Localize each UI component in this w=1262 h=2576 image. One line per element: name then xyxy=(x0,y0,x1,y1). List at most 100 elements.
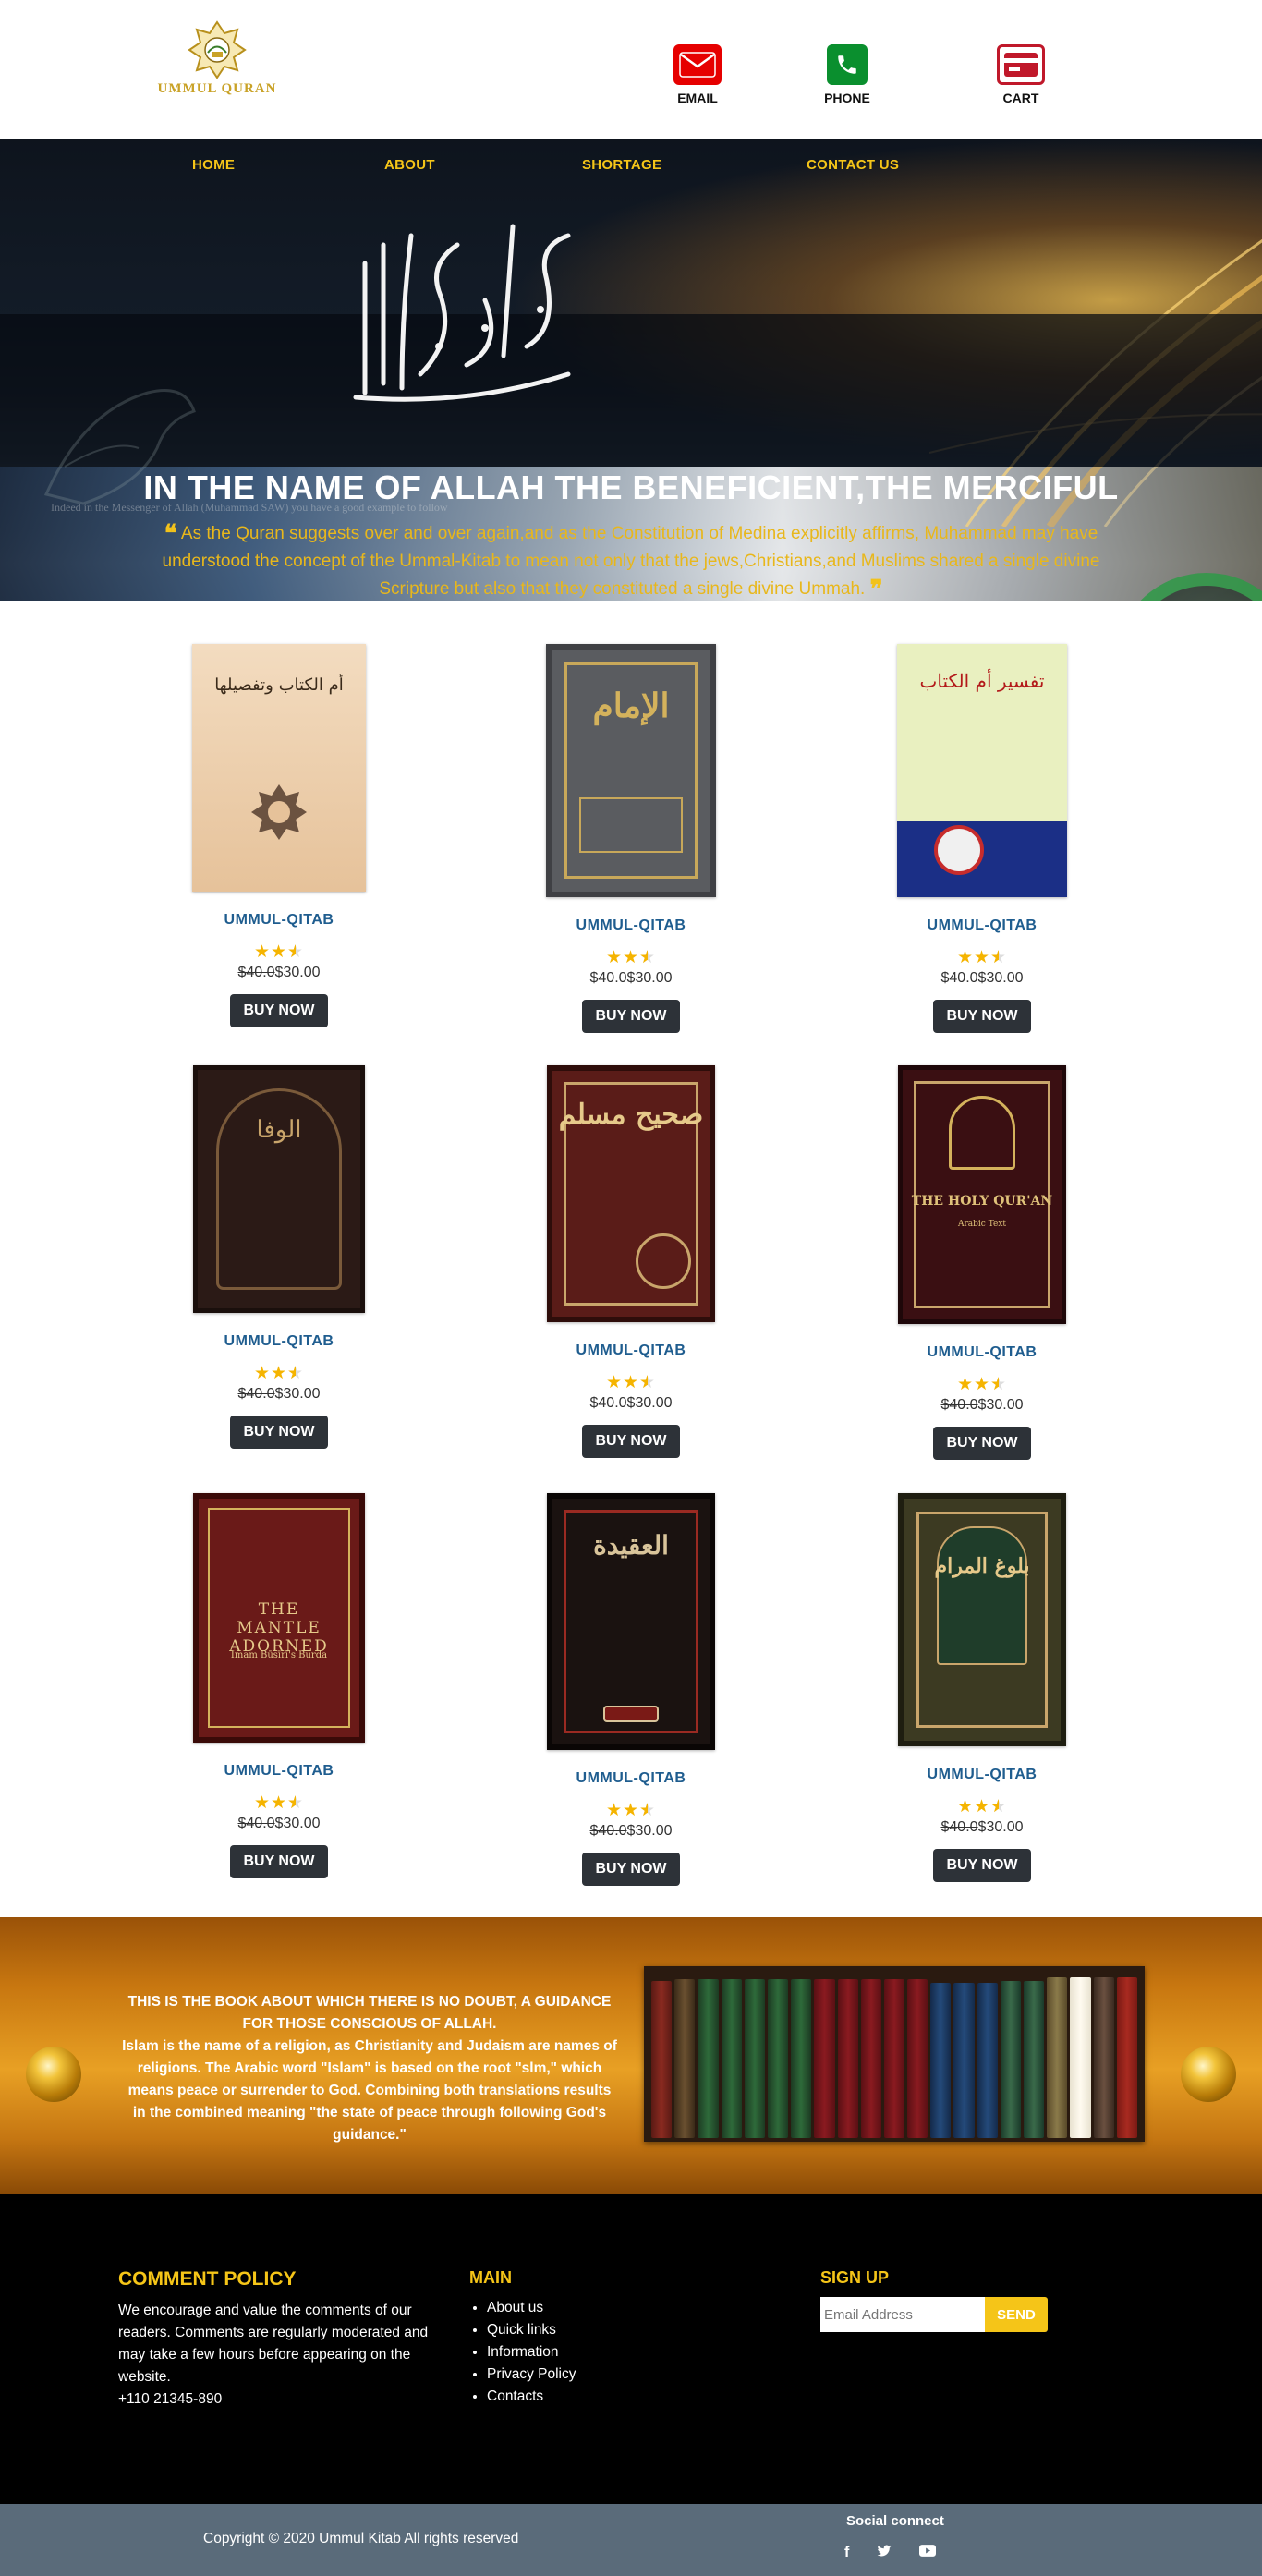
old-price: $40.0 xyxy=(237,1816,275,1831)
buy-now-button[interactable]: BUY NOW xyxy=(933,1849,1031,1882)
footer-link-quick-links[interactable]: Quick links xyxy=(487,2319,576,2341)
product-title[interactable]: UMMUL-QITAB xyxy=(807,1767,1158,1783)
old-price: $40.0 xyxy=(237,1386,275,1402)
product-card: صحيح مسلم UMMUL-QITAB ★★★★ $40.0$30.00 B… xyxy=(455,1065,807,1458)
old-price: $40.0 xyxy=(589,970,627,986)
main-links-title: MAIN xyxy=(469,2268,512,2287)
arabic-calligraphy-icon xyxy=(353,224,571,402)
close-quote-icon: ❞ xyxy=(869,576,883,601)
banner-heading: THIS IS THE BOOK ABOUT WHICH THERE IS NO… xyxy=(127,1994,612,2032)
footer-link-about-us[interactable]: About us xyxy=(487,2297,576,2319)
book-cover-image[interactable]: الوفا xyxy=(193,1065,365,1313)
email-link[interactable]: EMAIL xyxy=(656,44,739,105)
hero-quote: ❝ As the Quran suggests over and over ag… xyxy=(125,520,1137,601)
product-card: بلوغ المرام UMMUL-QITAB ★★★★ $40.0$30.00… xyxy=(807,1493,1158,1882)
product-card: الإمام UMMUL-QITAB ★★★★ $40.0$30.00 BUY … xyxy=(455,644,807,1033)
hero-section: HOME ABOUT SHORTAGE CONTACT US Indeed in… xyxy=(0,139,1262,601)
product-title[interactable]: UMMUL-QITAB xyxy=(455,1770,807,1787)
product-title[interactable]: UMMUL-QITAB xyxy=(103,912,455,929)
buy-now-button[interactable]: BUY NOW xyxy=(582,1425,680,1458)
product-card: تفسير أم الكتاب UMMUL-QITAB ★★★★ $40.0$3… xyxy=(807,644,1158,1033)
price: $40.0$30.00 xyxy=(103,1386,455,1403)
price: $40.0$30.00 xyxy=(455,1395,807,1412)
old-price: $40.0 xyxy=(589,1395,627,1411)
signup-section: SIGN UP SEND xyxy=(820,2268,1048,2332)
old-price: $40.0 xyxy=(940,1819,978,1835)
buy-now-button[interactable]: BUY NOW xyxy=(230,1845,328,1878)
current-price: $30.00 xyxy=(626,970,673,986)
banner-body: Islam is the name of a religion, as Chri… xyxy=(122,2038,617,2143)
product-title[interactable]: UMMUL-QITAB xyxy=(807,917,1158,934)
buy-now-button[interactable]: BUY NOW xyxy=(582,1853,680,1886)
book-cover-image[interactable]: بلوغ المرام xyxy=(898,1493,1066,1746)
current-price: $30.00 xyxy=(274,1816,321,1831)
product-title[interactable]: UMMUL-QITAB xyxy=(103,1763,455,1780)
nav-about[interactable]: ABOUT xyxy=(384,157,435,173)
site-footer: COMMENT POLICY We encourage and value th… xyxy=(0,2194,1262,2504)
price: $40.0$30.00 xyxy=(455,1823,807,1840)
book-cover-image[interactable]: THE MANTLE ADORNED Imam Būṣīrī's Burda xyxy=(193,1493,365,1743)
buy-now-button[interactable]: BUY NOW xyxy=(933,1000,1031,1033)
old-price: $40.0 xyxy=(237,965,275,980)
footer-link-privacy-policy[interactable]: Privacy Policy xyxy=(487,2363,576,2386)
rating-stars-icon: ★★★★ xyxy=(956,948,1008,967)
logo-emblem-icon xyxy=(188,20,247,79)
old-price: $40.0 xyxy=(940,1397,978,1413)
buy-now-button[interactable]: BUY NOW xyxy=(230,1416,328,1449)
book-cover-image[interactable]: العقيدة xyxy=(547,1493,715,1750)
buy-now-button[interactable]: BUY NOW xyxy=(230,994,328,1027)
nav-shortage[interactable]: SHORTAGE xyxy=(582,157,661,173)
buy-now-button[interactable]: BUY NOW xyxy=(933,1427,1031,1460)
footer-link-contacts[interactable]: Contacts xyxy=(487,2386,576,2408)
nav-contact-us[interactable]: CONTACT US xyxy=(807,157,899,173)
old-price: $40.0 xyxy=(940,970,978,986)
send-button[interactable]: SEND xyxy=(985,2297,1048,2332)
logo-text: UMMUL QURAN xyxy=(157,81,277,96)
top-header: UMMUL QURAN EMAIL PHONE CART xyxy=(0,0,1262,139)
book-cover-image[interactable]: صحيح مسلم xyxy=(547,1065,715,1322)
product-card: العقيدة UMMUL-QITAB ★★★★ $40.0$30.00 BUY… xyxy=(455,1493,807,1886)
youtube-icon[interactable] xyxy=(919,2545,937,2562)
hero-quote-text: As the Quran suggests over and over agai… xyxy=(162,524,1100,599)
rating-stars-icon: ★★★★ xyxy=(956,1375,1008,1394)
product-card: الوفا UMMUL-QITAB ★★★★ $40.0$30.00 BUY N… xyxy=(103,1065,455,1449)
copyright-text: Copyright © 2020 Ummul Kitab All rights … xyxy=(203,2531,519,2546)
current-price: $30.00 xyxy=(274,965,321,980)
product-title[interactable]: UMMUL-QITAB xyxy=(807,1344,1158,1361)
phone-icon xyxy=(827,44,868,85)
buy-now-button[interactable]: BUY NOW xyxy=(582,1000,680,1033)
facebook-icon[interactable]: f xyxy=(844,2545,849,2562)
rating-stars-icon: ★★★★ xyxy=(956,1797,1008,1817)
signup-title: SIGN UP xyxy=(820,2268,890,2287)
product-title[interactable]: UMMUL-QITAB xyxy=(455,1343,807,1359)
email-address-input[interactable] xyxy=(820,2297,985,2332)
book-cover-image[interactable]: THE HOLY QUR'AN Arabic Text xyxy=(898,1065,1066,1324)
product-grid: أم الكتاب وتفصيلها UMMUL-QITAB ★★★★ $40.… xyxy=(0,601,1262,1917)
phone-link[interactable]: PHONE xyxy=(806,44,889,105)
twitter-icon[interactable] xyxy=(877,2545,892,2562)
price: $40.0$30.00 xyxy=(807,970,1158,987)
book-cover-image[interactable]: أم الكتاب وتفصيلها xyxy=(192,644,366,892)
envelope-icon xyxy=(673,44,722,85)
current-price: $30.00 xyxy=(977,970,1024,986)
book-cover-image[interactable]: الإمام xyxy=(546,644,716,897)
current-price: $30.00 xyxy=(626,1395,673,1411)
current-price: $30.00 xyxy=(274,1386,321,1402)
cart-link[interactable]: CART xyxy=(979,44,1062,105)
main-links-section: MAIN About us Quick links Information Pr… xyxy=(469,2268,576,2408)
nav-home[interactable]: HOME xyxy=(192,157,235,173)
rating-stars-icon: ★★★★ xyxy=(253,1364,305,1383)
footer-link-information[interactable]: Information xyxy=(487,2341,576,2363)
footer-phone: +110 21345-890 xyxy=(118,2391,223,2407)
product-card: أم الكتاب وتفصيلها UMMUL-QITAB ★★★★ $40.… xyxy=(103,644,455,1027)
product-title[interactable]: UMMUL-QITAB xyxy=(455,917,807,934)
rating-stars-icon: ★★★★ xyxy=(605,1373,657,1392)
signup-form: SEND xyxy=(820,2297,1048,2332)
product-title[interactable]: UMMUL-QITAB xyxy=(103,1333,455,1350)
price: $40.0$30.00 xyxy=(807,1397,1158,1414)
price: $40.0$30.00 xyxy=(455,970,807,987)
site-logo[interactable]: UMMUL QURAN xyxy=(148,20,286,108)
book-cover-image[interactable]: تفسير أم الكتاب xyxy=(897,644,1067,897)
current-price: $30.00 xyxy=(977,1397,1024,1413)
rating-stars-icon: ★★★★ xyxy=(253,942,305,962)
